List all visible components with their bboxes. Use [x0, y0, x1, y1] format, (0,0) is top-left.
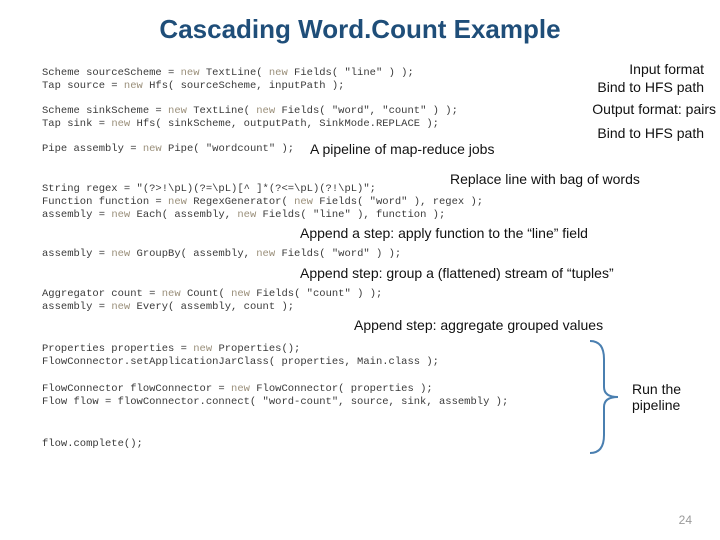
code-line-15: Flow flow = flowConnector.connect( "word…: [42, 396, 508, 408]
code-line-11: assembly = new Every( assembly, count );: [42, 301, 294, 313]
page-number: 24: [679, 513, 692, 527]
code-line-16: flow.complete();: [42, 438, 143, 450]
label-run-2: pipeline: [632, 397, 680, 413]
code-line-03: Scheme sinkScheme = new TextLine( new Fi…: [42, 105, 458, 117]
slide-title: Cascading Word.Count Example: [0, 0, 720, 53]
code-line-07: Function function = new RegexGenerator( …: [42, 196, 483, 208]
label-append-group: Append step: group a (flattened) stream …: [300, 265, 614, 281]
label-bind-hfs-2: Bind to HFS path: [597, 125, 704, 141]
code-line-08: assembly = new Each( assembly, new Field…: [42, 209, 445, 221]
code-line-09: assembly = new GroupBy( assembly, new Fi…: [42, 248, 401, 260]
label-run-1: Run the: [632, 381, 681, 397]
code-line-14: FlowConnector flowConnector = new FlowCo…: [42, 383, 433, 395]
code-line-01: Scheme sourceScheme = new TextLine( new …: [42, 67, 414, 79]
label-append-func: Append a step: apply function to the “li…: [300, 225, 588, 241]
label-bind-hfs-1: Bind to HFS path: [597, 79, 704, 95]
code-line-12: Properties properties = new Properties()…: [42, 343, 300, 355]
code-line-06: String regex = "(?>!\pL)(?=\pL)[^ ]*(?<=…: [42, 183, 376, 195]
code-line-10: Aggregator count = new Count( new Fields…: [42, 288, 382, 300]
label-output-format: Output format: pairs: [592, 101, 716, 117]
code-line-04: Tap sink = new Hfs( sinkScheme, outputPa…: [42, 118, 439, 130]
code-line-02: Tap source = new Hfs( sourceScheme, inpu…: [42, 80, 344, 92]
code-line-05: Pipe assembly = new Pipe( "wordcount" );: [42, 143, 294, 155]
brace-icon: [584, 337, 628, 457]
slide-body: Scheme sourceScheme = new TextLine( new …: [0, 53, 720, 533]
label-append-agg: Append step: aggregate grouped values: [354, 317, 603, 333]
label-input-format: Input format: [629, 61, 704, 77]
label-pipeline: A pipeline of map-reduce jobs: [310, 141, 494, 157]
code-line-13: FlowConnector.setApplicationJarClass( pr…: [42, 356, 439, 368]
label-replace-line: Replace line with bag of words: [450, 171, 640, 187]
